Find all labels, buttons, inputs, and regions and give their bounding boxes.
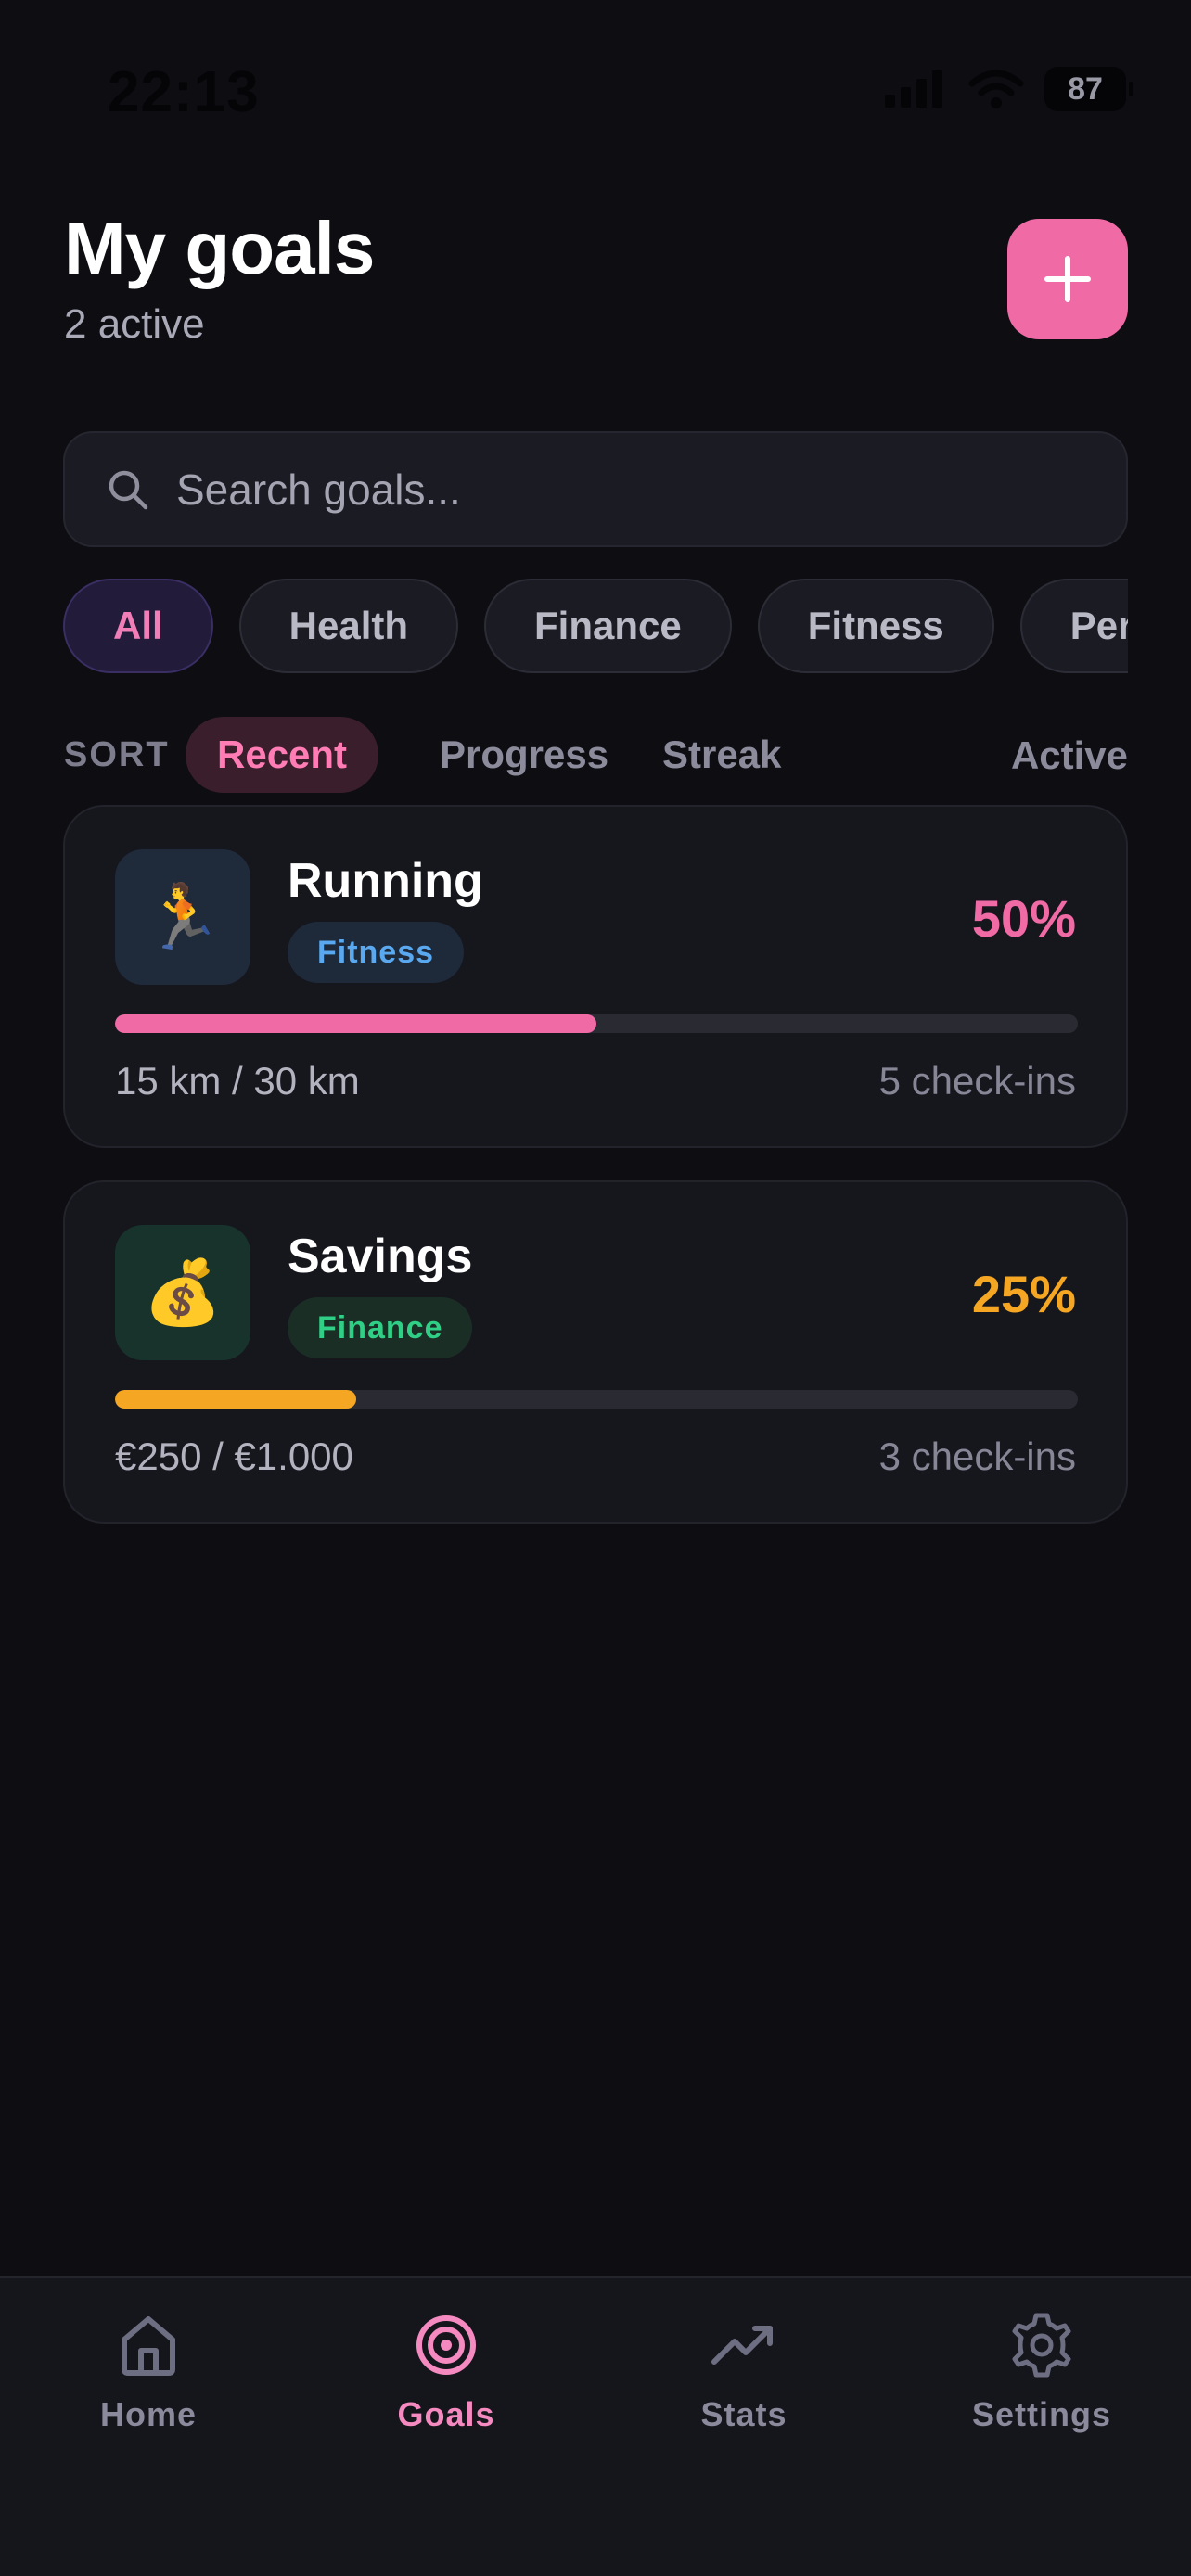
search-icon [109,470,148,509]
goal-amount: 15 km / 30 km [115,1059,360,1103]
add-goal-button[interactable] [1007,219,1128,339]
category-chip-finance[interactable]: Finance [484,579,732,673]
goals-screen: 22:13 87 My goals 2 active Search goals.… [0,0,1191,2576]
active-goals-count: 2 active [64,301,205,347]
goal-percent: 50% [971,889,1076,948]
runner-icon: 🏃 [143,882,223,952]
sort-option-label: Progress [440,733,609,776]
goal-emoji-icon: 🏃 [115,849,250,985]
bottom-nav: Home Goals Stats Settings [0,2276,1191,2576]
nav-stats[interactable]: Stats [633,2310,855,2458]
goal-progress-bar [115,1014,1078,1033]
chip-label: Personal [1069,604,1128,647]
nav-label: Stats [700,2395,788,2433]
sort-option-label: Recent [217,733,348,776]
chip-label: Fitness [807,604,944,647]
sort-bar: SORT Recent Progress Streak Active [63,717,1128,793]
sort-label: SORT [64,735,170,774]
trending-up-icon [711,2326,773,2365]
goal-progress-bar [115,1390,1078,1409]
nav-goals[interactable]: Goals [335,2310,557,2458]
signal-icon [885,70,942,108]
money-bag-icon: 💰 [143,1257,223,1328]
nav-home[interactable]: Home [37,2310,260,2458]
chip-label: All [113,604,163,647]
target-icon [416,2315,476,2375]
goal-card-savings[interactable]: 💰 Savings Finance 25% €250 / €1.000 3 ch… [63,1180,1128,1524]
search-input[interactable] [176,464,1126,515]
sort-option-label: Streak [662,733,782,776]
home-icon [122,2316,175,2376]
status-icons: 87 [883,67,1133,111]
goal-checkins: 5 check-ins [878,1059,1076,1103]
wifi-icon [968,70,1024,108]
nav-settings[interactable]: Settings [930,2310,1153,2458]
category-filter: All Health Finance Fitness Personal [63,579,1128,675]
goal-category-tag: Finance [288,1297,473,1358]
category-chip-fitness[interactable]: Fitness [757,579,994,673]
goal-progress-fill [115,1014,596,1033]
category-chip-health[interactable]: Health [238,579,459,673]
goal-progress-fill [115,1390,356,1409]
plus-icon [1044,256,1091,302]
goal-name: Savings [288,1230,473,1283]
nav-label: Settings [971,2395,1111,2433]
page-title: My goals [64,207,375,289]
gear-icon [1012,2313,1071,2378]
goal-amount: €250 / €1.000 [115,1435,353,1478]
goal-checkins: 3 check-ins [878,1435,1076,1478]
status-time: 22:13 [108,60,260,124]
chip-label: Finance [534,604,682,647]
battery-indicator: 87 [1044,67,1133,111]
status-bar: 22:13 87 [0,0,1191,185]
battery-level: 87 [1068,70,1103,107]
search-box[interactable] [63,431,1128,547]
sort-option-progress[interactable]: Progress [408,717,640,793]
chip-label: Health [288,604,409,647]
category-chip-personal[interactable]: Personal [1019,579,1128,673]
active-filter-toggle[interactable]: Active [1011,733,1128,778]
goal-emoji-icon: 💰 [115,1225,250,1360]
nav-label: Goals [397,2395,495,2433]
nav-label: Home [99,2395,198,2433]
sort-option-recent[interactable]: Recent [186,717,379,793]
goal-name: Running [288,854,483,908]
category-chip-all[interactable]: All [63,579,213,673]
goal-category-tag: Fitness [288,922,465,983]
goal-card-running[interactable]: 🏃 Running Fitness 50% 15 km / 30 km 5 ch… [63,805,1128,1148]
sort-option-streak[interactable]: Streak [631,717,813,793]
goal-percent: 25% [971,1265,1076,1323]
